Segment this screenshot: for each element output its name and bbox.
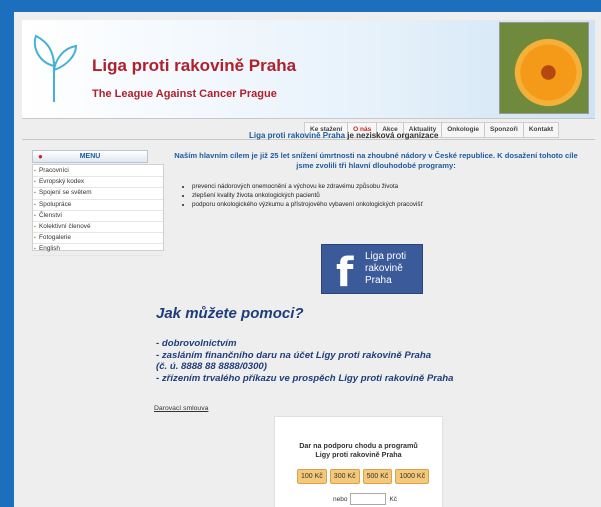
help-item: - dobrovolnictvím <box>156 338 237 349</box>
sidebar-item-world-links[interactable]: Spojení se světem <box>33 188 163 200</box>
program-item: podporu onkologického výzkumu a přístroj… <box>192 200 423 209</box>
sidebar-item-membership[interactable]: Členství <box>33 211 163 222</box>
facebook-label: Liga proti rakovině Praha <box>365 251 421 287</box>
flower-photo <box>499 22 589 114</box>
donation-widget: Dar na podporu chodu a programů Ligy pro… <box>274 416 443 507</box>
donation-title-line: Ligy proti rakovině Praha <box>315 450 402 459</box>
facebook-label-line: Liga proti <box>365 251 407 262</box>
amount-1000-button[interactable]: 1000 Kč <box>395 469 430 484</box>
custom-amount: nebo Kč <box>333 493 397 505</box>
nav-item-contact[interactable]: Kontakt <box>522 123 558 137</box>
site-header: Liga proti rakovině Praha The League Aga… <box>22 20 595 119</box>
amount-500-button[interactable]: 500 Kč <box>362 469 393 484</box>
sidebar-item-gallery[interactable]: Fotogalerie <box>33 233 163 245</box>
facebook-link[interactable]: f Liga proti rakovině Praha <box>321 244 423 294</box>
program-item: prevenci nádorových onemocnění a výchovu… <box>192 182 423 191</box>
page: Liga proti rakovině Praha The League Aga… <box>14 12 601 507</box>
donation-title: Dar na podporu chodu a programů Ligy pro… <box>275 441 442 459</box>
donation-title-line: Dar na podporu chodu a programů <box>299 441 418 450</box>
amount-options: 100 Kč 300 Kč 500 Kč 1000 Kč <box>297 469 430 484</box>
site-title[interactable]: Liga proti rakovině Praha <box>92 56 296 76</box>
goal-statement: Naším hlavním cílem je již 25 let snížen… <box>174 151 578 170</box>
intro-description: je nezisková organizace <box>345 131 439 140</box>
nav-item-sponsors[interactable]: Sponzoři <box>484 123 523 137</box>
menu-bullet-icon: ● <box>38 152 43 161</box>
facebook-label-line: rakovině <box>365 263 403 274</box>
menu-title: MENU <box>79 153 101 160</box>
leaf-logo-icon[interactable] <box>28 32 80 104</box>
amount-300-button[interactable]: 300 Kč <box>329 469 360 484</box>
custom-amount-input[interactable] <box>350 493 387 505</box>
help-item: (č. ú. 8888 88 8888/0300) <box>156 361 267 372</box>
sidebar-item-european-code[interactable]: Evropský kodex <box>33 177 163 189</box>
nav-item-oncology[interactable]: Onkologie <box>441 123 484 137</box>
custom-amount-label: nebo <box>333 495 348 503</box>
help-list: - dobrovolnictvím - zasláním finančního … <box>156 338 454 384</box>
program-item: zlepšení kvality života onkologických pa… <box>192 191 423 200</box>
help-item: - zasláním finančního daru na účet Ligy … <box>156 349 432 361</box>
help-item: - zřízením trvalého příkazu ve prospěch … <box>156 372 454 384</box>
facebook-label-line: Praha <box>365 275 392 286</box>
sidebar-item-staff[interactable]: Pracovníci <box>33 166 163 178</box>
sidebar-item-cooperation[interactable]: Spolupráce <box>33 200 163 211</box>
site-subtitle: The League Against Cancer Prague <box>92 88 277 100</box>
amount-100-button[interactable]: 100 Kč <box>297 469 327 484</box>
facebook-icon: f <box>336 250 354 296</box>
sidebar-menu: Pracovníci Evropský kodex Spojení se svě… <box>32 164 164 256</box>
sidebar-item-collective-members[interactable]: Kolektivní členové <box>33 222 163 234</box>
menu-header: ● MENU <box>32 150 148 163</box>
sidebar-item-english[interactable]: English <box>33 244 163 256</box>
program-list: prevenci nádorových onemocnění a výchovu… <box>184 182 423 209</box>
donation-agreement-link[interactable]: Darovací smlouva <box>154 405 208 412</box>
intro-organization: Liga proti rakovině Praha <box>249 131 346 140</box>
currency-label: Kč <box>389 495 398 503</box>
intro-line: Liga proti rakovině Praha je nezisková o… <box>249 131 438 140</box>
help-heading: Jak můžete pomoci? <box>156 305 304 322</box>
